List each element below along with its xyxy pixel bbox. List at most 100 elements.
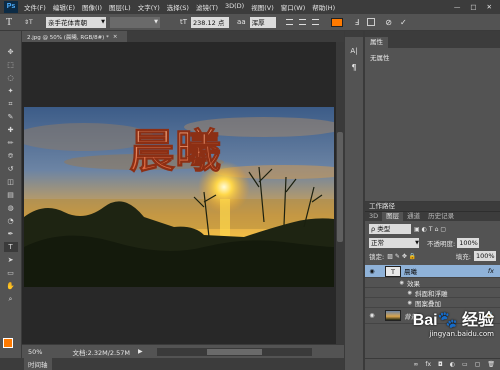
effect-eye-icon[interactable]: ◉ xyxy=(379,290,415,296)
menu-item[interactable]: 滤镜(T) xyxy=(196,2,218,12)
properties-tab[interactable]: 属性 xyxy=(365,37,388,48)
marquee-tool-icon[interactable]: ⬚ xyxy=(4,60,18,70)
crop-tool-icon[interactable]: ⌗ xyxy=(4,99,18,109)
menu-item[interactable]: 帮助(H) xyxy=(312,2,335,12)
effect-eye-icon[interactable]: ◉ xyxy=(379,300,415,306)
mask-icon[interactable]: ◘ xyxy=(438,361,443,368)
layers-tab-2[interactable]: 通道 xyxy=(403,212,424,221)
character-panel-icon[interactable] xyxy=(367,18,376,26)
history-brush-tool-icon[interactable]: ↺ xyxy=(4,164,18,174)
layer-row[interactable]: ◉ 斜面和浮雕 xyxy=(365,288,500,298)
move-tool-icon[interactable]: ✥ xyxy=(4,47,18,57)
healing-tool-icon[interactable]: ✚ xyxy=(4,125,18,135)
menu-item[interactable]: 文字(Y) xyxy=(138,2,160,12)
menu-item[interactable]: 图层(L) xyxy=(109,2,131,12)
adjustment-icon[interactable]: ◐ xyxy=(450,361,455,368)
quick-select-tool-icon[interactable]: ✦ xyxy=(4,86,18,96)
lasso-tool-icon[interactable]: ◌ xyxy=(4,73,18,83)
font-size-field[interactable]: 238.12 点 xyxy=(191,16,230,28)
menu-item[interactable]: 视图(V) xyxy=(251,2,274,12)
timeline-tab[interactable]: 时间轴 xyxy=(24,358,52,370)
layer-row[interactable]: ◉ T 晨曦 fx xyxy=(365,265,500,278)
shape-tool-icon[interactable]: ▭ xyxy=(4,268,18,278)
close-tab-icon[interactable]: × xyxy=(113,34,118,40)
warp-text-icon[interactable]: Ⅎ xyxy=(355,18,360,27)
foreground-color[interactable] xyxy=(3,338,13,348)
effect-eye-icon[interactable]: ◉ xyxy=(379,280,407,286)
menu-item[interactable]: 编辑(E) xyxy=(53,2,75,12)
align-left-icon[interactable] xyxy=(285,19,293,25)
fx-badge-icon[interactable]: fx xyxy=(488,267,494,275)
vertical-scrollbar[interactable] xyxy=(336,42,344,344)
layer-filter-select[interactable]: ρ 类型 xyxy=(369,224,411,234)
font-style-select[interactable]: ▼ xyxy=(110,16,160,28)
layers-tab-1[interactable]: 图层 xyxy=(382,212,404,221)
folder-icon[interactable]: ▭ xyxy=(462,361,468,368)
menu-item[interactable]: 窗口(W) xyxy=(281,2,306,12)
maximize-button[interactable]: □ xyxy=(470,3,476,11)
layers-tab-3[interactable]: 历史记录 xyxy=(424,212,458,221)
text-layer-thumbnail: T xyxy=(385,265,401,277)
minimize-button[interactable]: — xyxy=(454,3,461,11)
pen-tool-icon[interactable]: ✒ xyxy=(4,229,18,239)
anti-alias-select[interactable]: 浑厚 xyxy=(249,16,276,28)
hand-tool-icon[interactable]: ✋ xyxy=(4,281,18,291)
filter-icons[interactable]: ▣◐T⌂▢ xyxy=(414,226,448,233)
horizontal-scrollbar[interactable] xyxy=(156,347,312,356)
type-tool-icon[interactable]: T xyxy=(6,17,20,28)
trash-icon[interactable]: 🗑 xyxy=(487,361,495,368)
align-right-icon[interactable] xyxy=(311,19,319,25)
link-icon[interactable]: ∞ xyxy=(413,361,418,368)
zoom-tool-icon[interactable]: ⌕ xyxy=(4,294,18,304)
type-tool-icon[interactable]: T xyxy=(3,242,18,252)
lock-icons[interactable]: ▨✎✥🔒 xyxy=(387,253,418,260)
paragraph-panel-icon[interactable]: ¶ xyxy=(351,63,356,72)
gradient-tool-icon[interactable]: ▤ xyxy=(4,190,18,200)
dodge-tool-icon[interactable]: ◔ xyxy=(4,216,18,226)
text-color-swatch[interactable] xyxy=(330,17,343,27)
eraser-tool-icon[interactable]: ◫ xyxy=(4,177,18,187)
properties-panel: 属性 无属性 xyxy=(364,31,500,201)
status-arrow-icon[interactable]: ▶ xyxy=(138,348,143,355)
menu-item[interactable]: 图像(I) xyxy=(82,2,102,12)
watermark: Bai🐾 经验 jingyan.baidu.com xyxy=(378,306,500,346)
close-button[interactable]: ✕ xyxy=(487,3,492,11)
color-swatches[interactable] xyxy=(3,338,19,356)
clone-stamp-tool-icon[interactable]: ⎊ xyxy=(4,151,18,161)
blend-mode-select[interactable]: 正常 ▼ xyxy=(369,238,419,248)
document-tab-bar: 2.jpg @ 50% (晨曦, RGB/8#) * × xyxy=(22,31,344,42)
layer-row[interactable]: ◉ 效果 xyxy=(365,278,500,288)
chevron-down-icon: ▼ xyxy=(154,19,158,25)
align-center-icon[interactable] xyxy=(298,19,306,25)
zoom-level[interactable]: 50% xyxy=(28,348,42,356)
text-orientation-icon[interactable]: ⇕T xyxy=(24,19,42,26)
new-layer-icon[interactable]: ▢ xyxy=(475,361,481,368)
menu-item[interactable]: 选择(S) xyxy=(167,2,189,12)
fill-field[interactable]: 100% xyxy=(474,251,496,261)
document-tab[interactable]: 2.jpg @ 50% (晨曦, RGB/8#) * × xyxy=(22,31,127,42)
fx-icon[interactable]: fx xyxy=(425,361,431,368)
font-family-select[interactable]: 亲手花体青朝 ▼ xyxy=(46,16,106,28)
layers-tab-0[interactable]: 3D xyxy=(365,212,382,221)
menu-item[interactable]: 3D(D) xyxy=(225,2,244,12)
document-canvas[interactable]: 晨曦 xyxy=(24,107,334,287)
menu-bar: Ps 文件(F) 编辑(E) 图像(I) 图层(L) 文字(Y) 选择(S) 滤镜(T) 3D… xyxy=(0,0,500,14)
paths-header[interactable]: 工作路径 xyxy=(365,202,500,211)
eyedropper-tool-icon[interactable]: ✎ xyxy=(4,112,18,122)
blur-tool-icon[interactable]: ◍ xyxy=(4,203,18,213)
lock-label: 锁定: xyxy=(369,253,385,261)
cancel-icon[interactable]: ⊘ xyxy=(385,18,392,27)
path-select-tool-icon[interactable]: ➤ xyxy=(4,255,18,265)
document-info[interactable]: 文档:2.32M/2.57M xyxy=(72,347,130,357)
layer-name: 斜面和浮雕 xyxy=(415,289,448,298)
opacity-field[interactable]: 100% xyxy=(457,238,480,248)
character-panel-icon[interactable]: A| xyxy=(350,47,357,55)
toolbar: ✥ ⬚ ◌ ✦ ⌗ ✎ ✚ ✏ ⎊ ↺ ◫ ▤ ◍ ◔ ✒ T ➤ ▭ ✋ ⌕ xyxy=(0,31,22,370)
layers-footer: ∞ fx ◘ ◐ ▭ ▢ 🗑 xyxy=(365,358,500,370)
font-size-icon: tT xyxy=(180,18,188,26)
visibility-eye-icon[interactable]: ◉ xyxy=(365,268,379,275)
visibility-eye-icon[interactable]: ◉ xyxy=(365,312,379,319)
brush-tool-icon[interactable]: ✏ xyxy=(4,138,18,148)
commit-icon[interactable]: ✓ xyxy=(400,18,407,27)
menu-item[interactable]: 文件(F) xyxy=(24,2,46,12)
